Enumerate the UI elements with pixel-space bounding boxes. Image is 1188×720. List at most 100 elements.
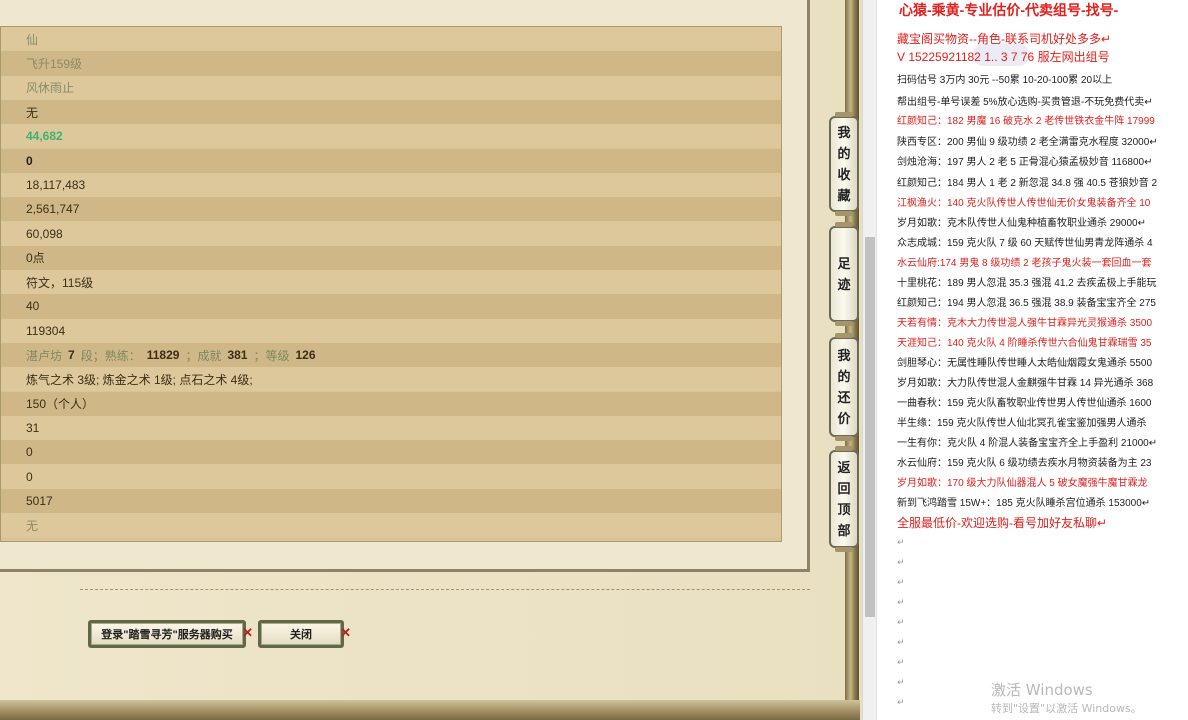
paragraph-mark: ↵ bbox=[897, 638, 905, 648]
paragraph-mark: ↵ bbox=[897, 538, 905, 548]
doc-line: 水云仙府:174 男鬼 8 级功绩 2 老孩子鬼火装一套回血一套 bbox=[897, 258, 1152, 269]
stat-value: 0点 bbox=[26, 251, 45, 266]
doc-line: 一生有你：克火队 4 阶混人装备宝宝齐全上手盈利 21000↵ bbox=[897, 438, 1158, 449]
tab-char: 回 bbox=[837, 481, 851, 496]
stat-row: 44,682 bbox=[1, 124, 781, 149]
stat-value: 仙 bbox=[26, 32, 39, 47]
doc-line: 天若有情：克木大力传世混人强牛甘霖异光灵猴通杀 3500 bbox=[897, 318, 1153, 329]
stat-row: 仙 bbox=[1, 27, 781, 52]
stat-row: 风休雨止 bbox=[1, 75, 781, 100]
close-x-icon: ✕ bbox=[340, 625, 351, 640]
paragraph-mark: ↵ bbox=[897, 618, 905, 628]
doc-line: 扫码估号 3万内 30元 --50累 10-20-100累 20以上 bbox=[897, 75, 1113, 86]
paragraph-mark: ↵ bbox=[897, 658, 905, 668]
doc-line: 天涯知己：140 克火队 4 阶睡杀传世六合仙鬼甘霖瑞雪 35 bbox=[897, 338, 1152, 349]
stat-segment: 段；熟练： bbox=[80, 348, 141, 363]
scrollbar-thumb[interactable] bbox=[865, 237, 875, 617]
doc-line: 众志成城：159 克火队 7 级 60 天赋传世仙男青龙阵通杀 4 bbox=[897, 238, 1153, 249]
stat-segment: 381 bbox=[227, 348, 248, 363]
doc-line: 剑胆琴心：无属性睡队传世睡人太皓仙烟霞女鬼通杀 5500 bbox=[897, 358, 1153, 369]
doc-line: 藏宝阁买物资--角色-联系司机好处多多↵ bbox=[897, 32, 1112, 46]
stat-row: 119304 bbox=[1, 318, 781, 343]
game-window: 仙飞升159级风休雨止无 44,682 0 18,117,483 2,561,747 60… bbox=[0, 0, 876, 720]
close-button[interactable]: 关闭 ✕ bbox=[258, 620, 351, 648]
stat-row: 0 bbox=[1, 148, 781, 173]
stat-value: 44,682 bbox=[26, 129, 63, 144]
paragraph-mark: ↵ bbox=[897, 598, 905, 608]
tab-char: 我 bbox=[837, 125, 851, 140]
stat-value: 符文，115级 bbox=[26, 275, 94, 290]
document-pane: 心猿-乘黄-专业估价-代卖组号-找号- 藏宝阁买物资--角色-联系司机好处多多↵… bbox=[876, 0, 1188, 720]
tab-char: 顶 bbox=[837, 502, 851, 517]
paragraph-mark: ↵ bbox=[897, 578, 905, 588]
activate-windows-watermark: 激活 Windows bbox=[991, 681, 1093, 699]
stat-row: 符文，115级 bbox=[1, 270, 781, 295]
stat-value: 18,117,483 bbox=[26, 177, 86, 192]
tab-char: 的 bbox=[837, 146, 851, 161]
tab-back-to-top[interactable]: 返回顶部 bbox=[829, 446, 859, 552]
tab-my-favorites[interactable]: 我的收藏 bbox=[829, 112, 859, 216]
stat-row: 飞升159级 bbox=[1, 51, 781, 76]
doc-line: 新到飞鸿踏雪 15W+：185 克火队睡杀宫位通杀 153000↵ bbox=[897, 498, 1151, 509]
tab-my-bargain[interactable]: 我的还价 bbox=[829, 333, 859, 441]
stat-row: 0 bbox=[1, 464, 781, 489]
stat-value: 31 bbox=[26, 420, 40, 435]
tab-char: 返 bbox=[837, 460, 851, 475]
doc-line: 帮出组号-单号误差 5%放心选购-买贵管退-不玩免费代卖↵ bbox=[897, 97, 1153, 108]
tab-footprint[interactable]: 足迹 bbox=[829, 222, 859, 326]
stat-row: 炼气之术 3级; 炼金之术 1级; 点石之术 4级; bbox=[1, 367, 781, 392]
login-server-buy-label: 登录"踏雪寻芳"服务器购买 bbox=[101, 629, 233, 641]
stat-row: 无 bbox=[1, 513, 781, 538]
dotted-divider bbox=[80, 589, 810, 590]
stat-value: 0 bbox=[26, 153, 33, 168]
doc-line: 红颜知己：184 男人 1 老 2 新忽混 34.8 强 40.5 苍狼妙音 2 bbox=[897, 178, 1158, 189]
stat-row: 5017 bbox=[1, 488, 781, 513]
stat-row: 0点 bbox=[1, 245, 781, 270]
login-server-buy-button[interactable]: 登录"踏雪寻芳"服务器购买 ✕ bbox=[88, 620, 253, 648]
stat-value: 无 bbox=[26, 518, 39, 533]
stat-value: 飞升159级 bbox=[26, 56, 83, 71]
stat-value: 5017 bbox=[26, 493, 53, 508]
stat-value: 0 bbox=[26, 469, 33, 484]
doc-line: 岁月如歌：大力队传世混人金麒强牛甘霖 14 异光通杀 368 bbox=[897, 378, 1154, 389]
character-stats-table: 仙飞升159级风休雨止无 44,682 0 18,117,483 2,561,747 60… bbox=[0, 26, 782, 542]
stat-value: 60,098 bbox=[26, 226, 63, 241]
stat-segment: ；成就 bbox=[185, 348, 222, 363]
doc-line: 陕西专区：200 男仙 9 级功绩 2 老全满雷克水程度 32000↵ bbox=[897, 137, 1158, 148]
vertical-scrollbar[interactable] bbox=[862, 0, 876, 720]
doc-line: 江枫渔火：140 克火队传世人传世仙无价女鬼装备齐全 10 bbox=[897, 198, 1151, 209]
stat-value: 无 bbox=[26, 105, 39, 120]
stat-row: 无 bbox=[1, 99, 781, 125]
game-frame-bottom-border bbox=[0, 700, 860, 720]
activate-windows-hint: 转到"设置"以激活 Windows。 bbox=[991, 702, 1142, 715]
stat-segment: 126 bbox=[295, 348, 316, 363]
tab-char: 我 bbox=[837, 348, 851, 363]
tab-char: 的 bbox=[837, 369, 851, 384]
stat-value: 150（个人） bbox=[26, 397, 95, 412]
doc-line: 水云仙府：159 克火队 6 级功绩去疾水月物资装备为主 23 bbox=[897, 458, 1152, 469]
tab-char: 还 bbox=[837, 390, 851, 405]
close-button-label: 关闭 bbox=[290, 629, 312, 641]
doc-line: 全服最低价-欢迎选购-看号加好友私聊↵ bbox=[897, 516, 1108, 530]
doc-line: 岁月如歌：克木队传世人仙鬼种植畜牧职业通杀 29000↵ bbox=[897, 218, 1146, 229]
stat-segment: ；等级 bbox=[253, 348, 290, 363]
stat-segment: 湛卢坊 bbox=[26, 348, 63, 363]
doc-line: 一曲春秋：159 克火队畜牧职业传世男人传世仙通杀 1600 bbox=[897, 398, 1152, 409]
stat-row: 0 bbox=[1, 440, 781, 465]
tab-char: 收 bbox=[837, 167, 851, 182]
doc-line: 红颜知己：194 男人忽混 36.5 强混 38.9 装备宝宝齐全 275 bbox=[897, 298, 1156, 309]
stat-row: 18,117,483 bbox=[1, 172, 781, 198]
doc-line: 岁月如歌：170 级大力队仙器混人 5 破女魔强牛魔甘霖龙 bbox=[897, 478, 1148, 489]
stat-row: 40 bbox=[1, 294, 781, 319]
stat-row: 60,098 bbox=[1, 221, 781, 246]
paragraph-mark: ↵ bbox=[897, 558, 905, 568]
doc-line: 十里桃花：189 男人忽混 35.3 强混 41.2 去疾孟极上手能玩 bbox=[897, 278, 1157, 289]
tab-char: 足 bbox=[837, 256, 851, 271]
tab-char: 价 bbox=[837, 411, 851, 426]
stat-row: 2,561,747 bbox=[1, 197, 781, 222]
tab-char: 迹 bbox=[837, 277, 851, 292]
doc-line: V 15225921182 1.. 3 7 76 服左网出组号 bbox=[897, 50, 1110, 64]
stat-segment: 11829 bbox=[146, 348, 180, 363]
stat-value: 0 bbox=[26, 445, 33, 460]
stat-segment: 7 bbox=[68, 348, 75, 363]
